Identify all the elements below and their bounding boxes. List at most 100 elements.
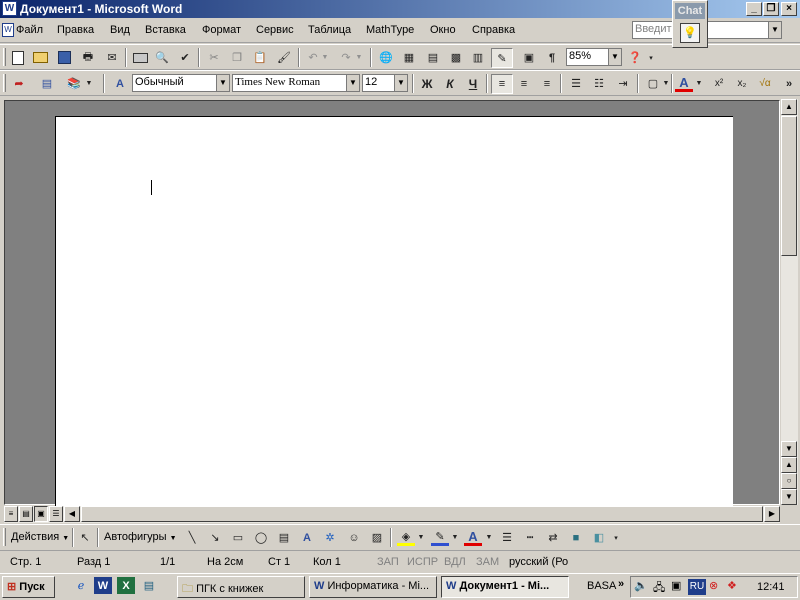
oval-icon[interactable]: ◯	[252, 529, 270, 546]
increase-indent-icon[interactable]: ⇥	[614, 75, 632, 92]
spelling-icon[interactable]: ✔	[176, 49, 194, 66]
menu-format[interactable]: Формат	[202, 24, 241, 36]
align-left-icon[interactable]: ≡	[491, 74, 513, 94]
toolbar-grip[interactable]	[3, 74, 6, 92]
chat-panel[interactable]: Chat 💡	[672, 0, 708, 48]
status-overtype[interactable]: ЗАМ	[476, 556, 499, 568]
fill-color-icon[interactable]: ◈	[397, 529, 415, 546]
subscript-icon[interactable]: x₂	[733, 75, 751, 92]
desktop-quicklaunch-icon[interactable]: ▤	[140, 577, 158, 594]
chevron-down-icon[interactable]: ▼	[608, 49, 621, 65]
redo-icon[interactable]: ↷	[337, 49, 355, 66]
drawing-icon[interactable]: ✎	[491, 48, 513, 68]
autoshapes-menu[interactable]: Автофигуры ▼	[104, 531, 177, 543]
flash-icon[interactable]: ❖	[727, 579, 737, 592]
dash-style-icon[interactable]: ┅	[521, 529, 539, 546]
status-track[interactable]: ИСПР	[407, 556, 438, 568]
document-page[interactable]	[55, 116, 733, 506]
3d-style-icon[interactable]: ◧	[590, 529, 608, 546]
new-document-icon[interactable]	[9, 49, 27, 66]
format-painter-icon[interactable]: 🖌	[275, 49, 293, 66]
taskbar-item-document1[interactable]: W Документ1 - Mi...	[441, 576, 569, 598]
style-select[interactable]: Обычный ▼	[132, 74, 230, 92]
menu-insert[interactable]: Вставка	[145, 24, 186, 36]
align-center-icon[interactable]: ≡	[515, 75, 533, 92]
align-right-icon[interactable]: ≡	[538, 75, 556, 92]
next-page-icon[interactable]: ▼	[781, 489, 797, 505]
toolbar-grip[interactable]	[3, 528, 6, 546]
chevron-down-icon[interactable]: ▼	[484, 529, 494, 546]
chevron-down-icon[interactable]: ▼	[450, 529, 460, 546]
word-quicklaunch-icon[interactable]: W	[94, 577, 112, 594]
document-menu-icon[interactable]: W	[2, 23, 14, 37]
outline-view-icon[interactable]: ☰	[49, 506, 63, 522]
menu-help[interactable]: Справка	[472, 24, 515, 36]
taskbar-item-informatika[interactable]: W Информатика - Mi...	[309, 576, 437, 598]
picture-icon[interactable]: ▨	[368, 529, 386, 546]
basa-toolbar-label[interactable]: BASA	[587, 580, 616, 592]
superscript-icon[interactable]: x²	[710, 75, 728, 92]
bold-button[interactable]: Ж	[418, 75, 436, 92]
print-icon[interactable]	[131, 49, 149, 66]
copy-icon[interactable]: ❐	[228, 49, 246, 66]
zoom-select[interactable]: 85% ▼	[566, 48, 622, 66]
clip-art-icon[interactable]: ☺	[345, 529, 363, 546]
font-select[interactable]: Times New Roman ▼	[232, 74, 360, 92]
cut-icon[interactable]: ✂	[205, 49, 223, 66]
insert-excel-icon[interactable]: ▩	[447, 49, 465, 66]
numbering-icon[interactable]: ☰	[567, 75, 585, 92]
chevron-down-icon[interactable]: ▼	[768, 22, 781, 38]
menu-file[interactable]: Файл	[16, 24, 43, 36]
tables-borders-icon[interactable]: ▦	[400, 49, 418, 66]
clock[interactable]: 12:41	[757, 581, 785, 593]
restore-button[interactable]: ❐	[763, 2, 779, 16]
word-art-icon[interactable]: ▤	[38, 75, 56, 92]
line-icon[interactable]: ╲	[183, 529, 201, 546]
excel-quicklaunch-icon[interactable]: X	[117, 577, 135, 594]
chevron-down-icon[interactable]: ▼	[346, 75, 359, 91]
scroll-right-icon[interactable]: ▶	[764, 506, 780, 522]
line-color-icon[interactable]: ✎	[431, 529, 449, 546]
toolbar-options-icon[interactable]: »	[780, 75, 798, 92]
start-button[interactable]: ⊞ Пуск	[2, 576, 55, 598]
styles-formatting-icon[interactable]: A	[111, 75, 129, 92]
hyperlink-icon[interactable]: 🌐	[377, 49, 395, 66]
rectangle-icon[interactable]: ▭	[229, 529, 247, 546]
vertical-scrollbar[interactable]: ▲ ▼ ▲ ○ ▼	[781, 99, 798, 505]
arrow-icon[interactable]: ↘	[206, 529, 224, 546]
toolbar-options-icon[interactable]: ▾	[646, 49, 656, 66]
diagram-icon[interactable]: ✲	[321, 529, 339, 546]
permission-icon[interactable]: 🖶	[79, 49, 97, 66]
horizontal-scroll-thumb[interactable]	[81, 506, 763, 522]
underline-button[interactable]: Ч	[464, 75, 482, 92]
menu-window[interactable]: Окно	[430, 24, 456, 36]
email-icon[interactable]: ✉	[103, 49, 121, 66]
shadow-style-icon[interactable]: ■	[567, 529, 585, 546]
status-extend[interactable]: ВДЛ	[444, 556, 466, 568]
select-browse-object-icon[interactable]: ○	[781, 473, 797, 489]
antivirus-icon[interactable]: ⊗	[709, 579, 718, 592]
bullets-icon[interactable]: ☷	[590, 75, 608, 92]
internet-explorer-icon[interactable]: ℯ	[72, 577, 90, 594]
toolbar-grip[interactable]	[3, 48, 6, 66]
network-icon[interactable]: 🖧	[653, 579, 665, 598]
previous-page-icon[interactable]: ▲	[781, 457, 797, 473]
font-color-icon[interactable]: A	[675, 75, 693, 92]
document-map-icon[interactable]: ▣	[520, 49, 538, 66]
show-hide-icon[interactable]: ¶	[543, 49, 561, 66]
mathtype-icon[interactable]: √α	[756, 75, 774, 92]
chevron-down-icon[interactable]: ▼	[416, 529, 426, 546]
borders-icon[interactable]: ▢	[644, 75, 662, 92]
drawing-font-color-icon[interactable]: A	[464, 529, 482, 546]
redo-dropdown-icon[interactable]: ▼	[354, 49, 364, 66]
monitor-icon[interactable]: ▣	[671, 579, 681, 592]
chevron-down-icon[interactable]: ▼	[694, 75, 704, 92]
help-icon[interactable]: ❓	[626, 49, 644, 66]
status-rec[interactable]: ЗАП	[377, 556, 399, 568]
menu-edit[interactable]: Правка	[57, 24, 94, 36]
language-indicator[interactable]: RU	[688, 579, 706, 595]
menu-tools[interactable]: Сервис	[256, 24, 294, 36]
scroll-thumb[interactable]	[781, 116, 797, 256]
italic-button[interactable]: К	[441, 75, 459, 92]
menu-table[interactable]: Таблица	[308, 24, 351, 36]
